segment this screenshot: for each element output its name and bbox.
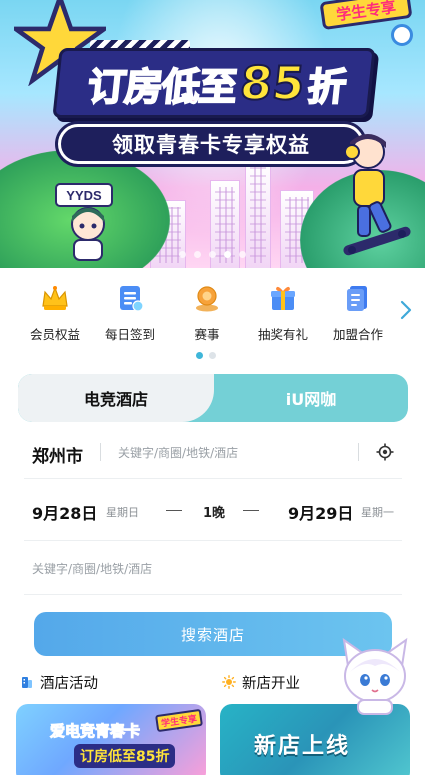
carousel-dot[interactable] [179,251,186,258]
mascot-girl-icon: YYDS [55,183,113,261]
card-subtitle: 订房低至85折 [74,744,176,768]
document-icon [347,286,367,311]
venue-type-tabs: 电竞酒店 iU网咖 [18,374,408,422]
date-dash [166,510,182,511]
quick-item-lottery[interactable]: 抽奖有礼 [248,282,318,343]
quick-item-label: 赛事 [194,327,220,342]
pager-dot[interactable] [209,352,216,359]
section-hotel-activity[interactable]: 酒店活动 [20,672,98,692]
checkin-icon [120,286,144,312]
sun-icon [222,675,236,689]
section-title: 酒店活动 [40,675,98,692]
carousel-dot[interactable] [194,251,201,258]
section-title: 新店开业 [242,675,300,692]
locate-icon[interactable] [376,443,394,461]
quick-item-events[interactable]: 赛事 [172,282,242,343]
app-screen: 学生专享 订房低至 85 折 领取青春卡专享权益 YYDS 会员权益 每日签到 … [0,0,425,775]
divider [358,443,359,461]
headline-text-a: 订房低至 [85,64,240,110]
section-new-opening[interactable]: 新店开业 [222,672,300,692]
banner-carousel-dots[interactable] [0,251,425,258]
date-row[interactable]: 9月28日 星期日 1晚 9月29日 星期一 [0,496,425,526]
card-title: 爱电竞青春卡 [49,722,141,741]
promo-banner[interactable]: 学生专享 订房低至 85 折 领取青春卡专享权益 YYDS [0,0,425,268]
checkout-weekday: 星期一 [361,506,394,519]
card-student-tag: 学生专享 [155,708,203,733]
quick-menu-pager[interactable] [196,352,216,359]
floating-cat-mascot-icon[interactable] [336,636,414,716]
divider [100,443,101,461]
keyword-input-secondary[interactable]: 关键字/商圈/地铁/酒店 [32,560,152,577]
quick-item-member-benefits[interactable]: 会员权益 [20,282,90,343]
divider [24,540,402,541]
keyword-input[interactable]: 关键字/商圈/地铁/酒店 [118,444,238,461]
hotel-activity-card[interactable]: 学生专享 爱电竞青春卡 订房低至85折 [16,704,206,775]
trophy-icon [196,286,218,312]
banner-subline: 领取青春卡专享权益 [58,124,364,164]
card-title: 新店上线 [254,734,351,759]
city-selector[interactable]: 郑州市 [32,442,83,467]
headline-discount-number: 85 [237,55,309,111]
gift-icon [271,286,295,310]
pager-dot-active[interactable] [196,352,203,359]
quick-item-daily-checkin[interactable]: 每日签到 [95,282,165,343]
quick-item-label: 加盟合作 [332,327,383,342]
chevron-right-icon[interactable] [399,300,413,320]
nights-count: 1晚 [203,506,226,521]
checkin-weekday: 星期日 [106,506,139,519]
quick-item-franchise[interactable]: 加盟合作 [323,282,393,343]
mascot-skater-icon [343,134,411,256]
tab-iu-internet-cafe[interactable]: iU网咖 [214,374,408,422]
mascot-tag-text: YYDS [66,188,102,203]
quick-item-label: 会员权益 [29,327,80,342]
headline-text-b: 折 [305,64,349,110]
carousel-dot[interactable] [239,251,246,258]
divider [24,478,402,479]
tab-esports-hotel[interactable]: 电竞酒店 [18,374,214,422]
banner-headline: 订房低至 85 折 [59,52,376,114]
carousel-dot-active[interactable] [224,251,231,258]
location-row: 郑州市 关键字/商圈/地铁/酒店 [0,432,425,472]
building-icon [22,677,32,688]
checkout-date[interactable]: 9月29日 [288,500,353,524]
checkin-date[interactable]: 9月28日 [32,500,97,524]
quick-item-label: 每日签到 [104,327,155,342]
divider [24,594,402,595]
date-dash [243,510,259,511]
quick-item-label: 抽奖有礼 [257,327,308,342]
carousel-dot[interactable] [209,251,216,258]
quick-menu: 会员权益 每日签到 赛事 抽奖有礼 加盟合作 [0,268,425,368]
crown-icon [42,286,68,310]
bubble-icon [391,24,413,46]
